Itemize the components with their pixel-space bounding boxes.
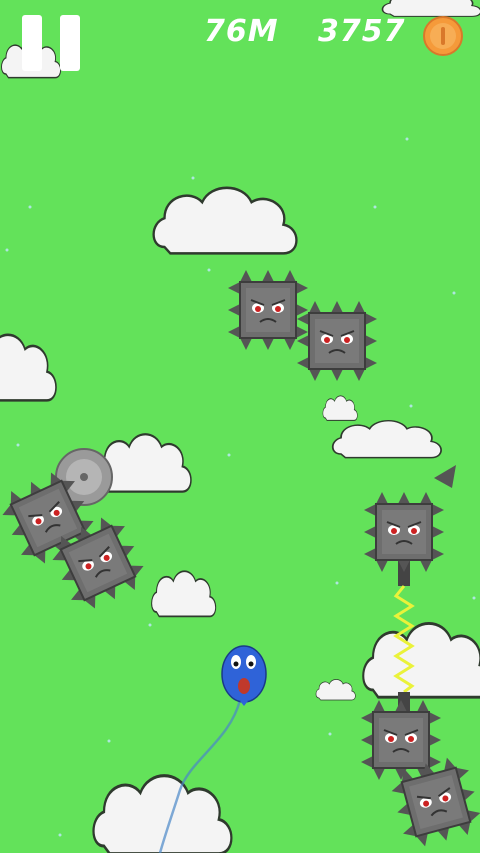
coin-icon — [423, 16, 463, 56]
pause-icon — [60, 15, 80, 71]
cloud — [150, 570, 217, 618]
coin-counter: 3757 — [318, 14, 406, 49]
pause-icon — [22, 15, 42, 71]
spike-block-enemy — [296, 300, 378, 382]
pause-button[interactable] — [22, 15, 80, 71]
cloud — [0, 333, 58, 402]
balloon-player[interactable] — [221, 645, 267, 706]
cloud — [331, 419, 442, 459]
cloud — [361, 621, 480, 699]
game-scene — [0, 0, 480, 853]
spike-block-enemy — [363, 491, 445, 573]
cloud — [322, 395, 358, 421]
cloud — [315, 679, 356, 701]
arrow-indicator-icon — [434, 465, 456, 488]
spike-block-enemy — [227, 269, 309, 351]
cloud — [152, 186, 298, 255]
distance-counter: 76M — [204, 14, 279, 49]
